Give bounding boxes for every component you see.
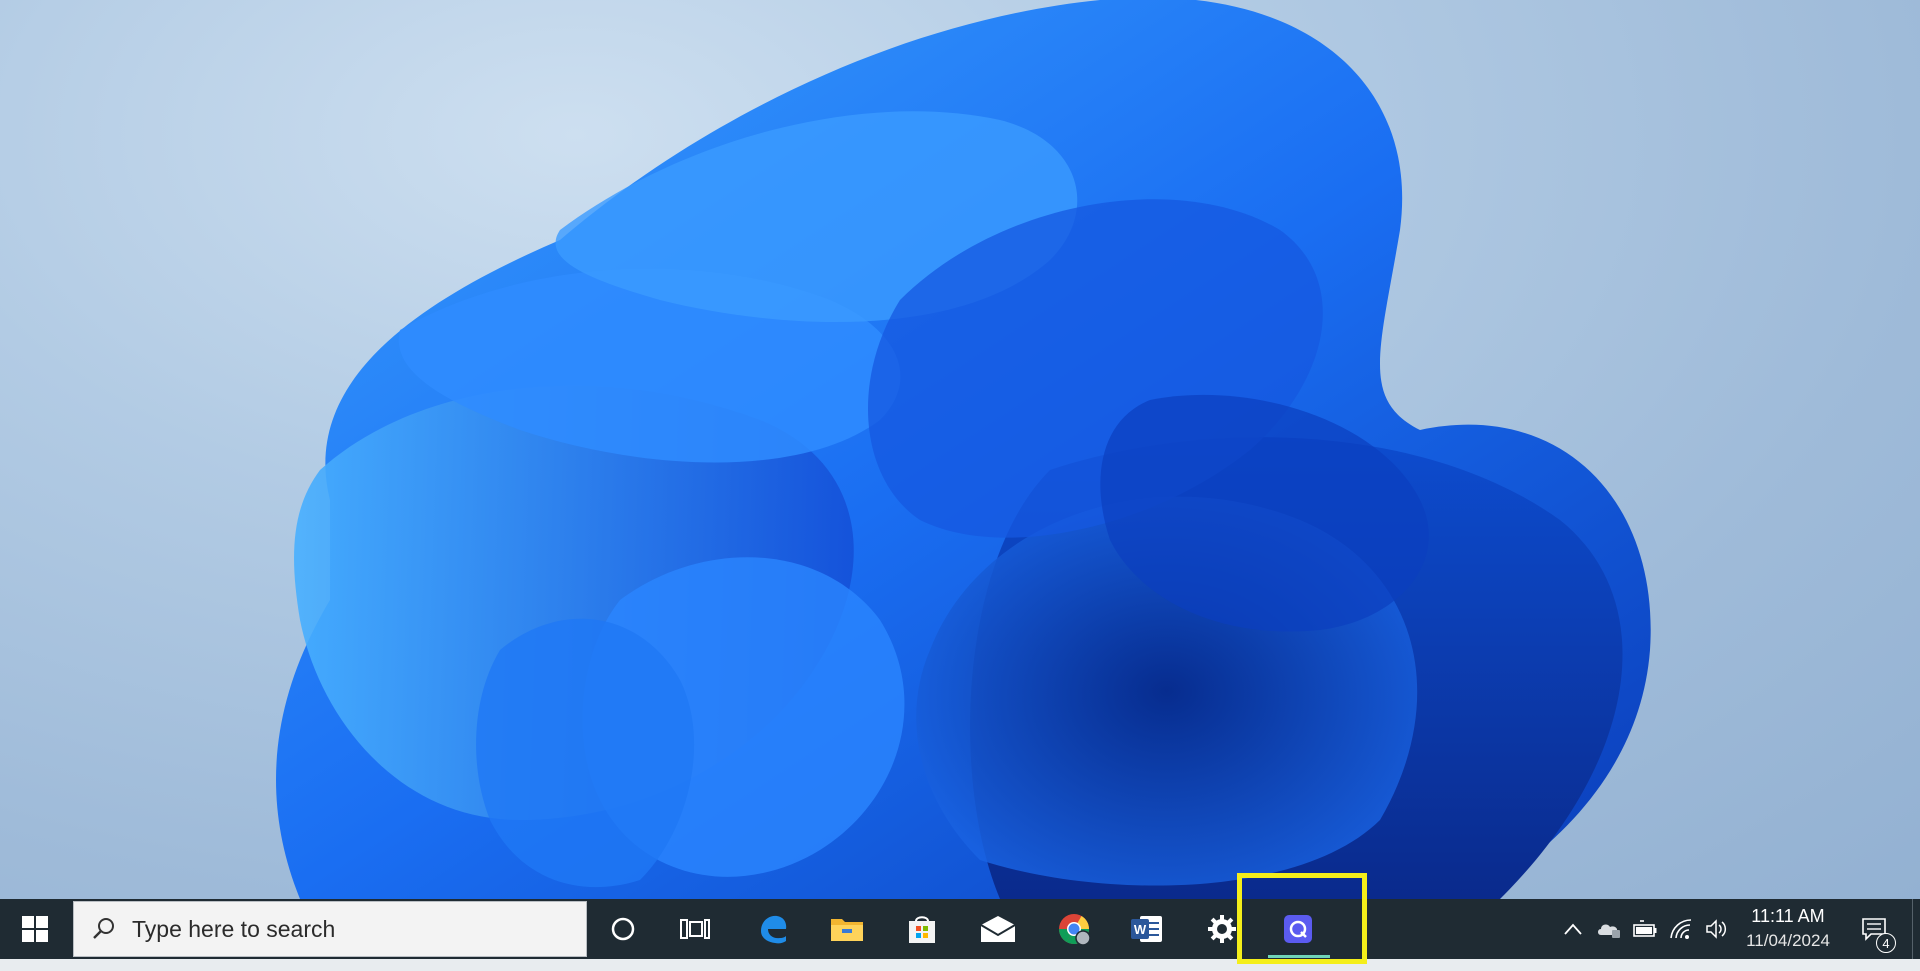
- battery-icon: [1633, 920, 1657, 937]
- mail-icon: [980, 916, 1016, 942]
- microsoft-store-button[interactable]: [886, 899, 958, 959]
- action-center-button[interactable]: 4: [1850, 899, 1898, 959]
- word-button[interactable]: W: [1111, 899, 1183, 959]
- battery-tray-button[interactable]: [1628, 899, 1662, 959]
- taskbar-clock[interactable]: 11:11 AM 11/04/2024: [1733, 903, 1843, 955]
- active-app-indicator: [1268, 955, 1330, 958]
- notification-count-badge: 4: [1876, 933, 1896, 953]
- edge-button[interactable]: [737, 899, 809, 959]
- clock-time: 11:11 AM: [1751, 906, 1825, 926]
- search-icon: [93, 918, 114, 939]
- desktop[interactable]: [0, 0, 1920, 899]
- gear-icon: [1208, 915, 1236, 943]
- taskbar-search-box[interactable]: Type here to search: [73, 901, 587, 957]
- edge-icon: [761, 915, 787, 944]
- cloud-icon: [1598, 924, 1620, 938]
- task-view-button[interactable]: [659, 899, 731, 959]
- clock-date: 11/04/2024: [1746, 931, 1830, 950]
- cortana-button[interactable]: [587, 899, 659, 959]
- onedrive-tray-button[interactable]: [1592, 899, 1626, 959]
- screen-bottom-strip: [0, 959, 1920, 971]
- chevron-up-icon: [1564, 923, 1582, 935]
- network-tray-button[interactable]: [1664, 899, 1698, 959]
- q-app-button[interactable]: [1262, 899, 1334, 959]
- wifi-icon: [1670, 919, 1692, 939]
- cortana-circle-icon: [611, 917, 635, 941]
- chrome-icon: [1059, 914, 1091, 946]
- windows-logo-icon: [22, 916, 48, 942]
- word-letter: W: [1134, 922, 1147, 937]
- speaker-icon: [1706, 919, 1727, 939]
- folder-icon: [831, 919, 863, 941]
- start-button[interactable]: [0, 899, 70, 959]
- chrome-button[interactable]: [1038, 899, 1110, 959]
- file-explorer-button[interactable]: [811, 899, 883, 959]
- task-view-icon: [680, 919, 710, 939]
- settings-button[interactable]: [1186, 899, 1258, 959]
- bloom-wallpaper: [276, 0, 1651, 899]
- volume-tray-button[interactable]: [1700, 899, 1734, 959]
- show-hidden-icons-button[interactable]: [1556, 899, 1590, 959]
- mail-button[interactable]: [962, 899, 1034, 959]
- taskbar: Type here to search W 11:11 AM 11/04/202…: [0, 899, 1920, 959]
- q-app-icon: [1284, 915, 1312, 943]
- search-placeholder: Type here to search: [132, 915, 336, 942]
- show-desktop-button[interactable]: [1912, 899, 1920, 959]
- store-bag-icon: [909, 916, 935, 943]
- word-icon: W: [1131, 916, 1162, 942]
